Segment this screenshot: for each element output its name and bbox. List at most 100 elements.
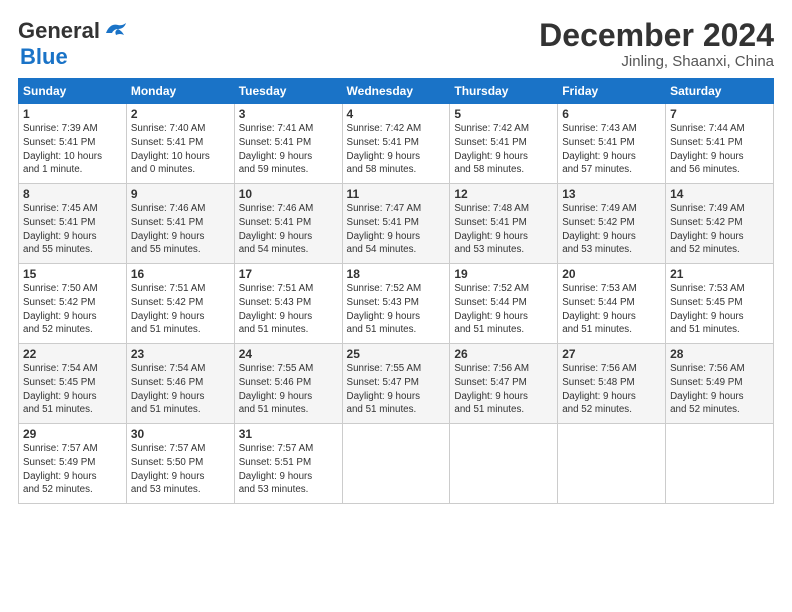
day-info: Sunrise: 7:53 AMSunset: 5:44 PMDaylight:…: [562, 282, 661, 337]
day-info: Sunrise: 7:42 AMSunset: 5:41 PMDaylight:…: [347, 122, 446, 177]
table-row: 17Sunrise: 7:51 AMSunset: 5:43 PMDayligh…: [234, 264, 342, 344]
day-number: 1: [23, 107, 122, 121]
table-row: [450, 424, 558, 504]
table-row: [558, 424, 666, 504]
calendar-week-row: 15Sunrise: 7:50 AMSunset: 5:42 PMDayligh…: [19, 264, 774, 344]
day-number: 27: [562, 347, 661, 361]
table-row: 27Sunrise: 7:56 AMSunset: 5:48 PMDayligh…: [558, 344, 666, 424]
day-info: Sunrise: 7:41 AMSunset: 5:41 PMDaylight:…: [239, 122, 338, 177]
col-friday: Friday: [558, 79, 666, 104]
col-thursday: Thursday: [450, 79, 558, 104]
page: General Blue December 2024 Jinling, Shaa…: [0, 0, 792, 612]
table-row: 14Sunrise: 7:49 AMSunset: 5:42 PMDayligh…: [666, 184, 774, 264]
day-number: 15: [23, 267, 122, 281]
table-row: 4Sunrise: 7:42 AMSunset: 5:41 PMDaylight…: [342, 104, 450, 184]
table-row: 20Sunrise: 7:53 AMSunset: 5:44 PMDayligh…: [558, 264, 666, 344]
table-row: 31Sunrise: 7:57 AMSunset: 5:51 PMDayligh…: [234, 424, 342, 504]
day-number: 9: [131, 187, 230, 201]
day-info: Sunrise: 7:57 AMSunset: 5:49 PMDaylight:…: [23, 442, 122, 497]
day-number: 26: [454, 347, 553, 361]
table-row: [666, 424, 774, 504]
table-row: 30Sunrise: 7:57 AMSunset: 5:50 PMDayligh…: [126, 424, 234, 504]
col-saturday: Saturday: [666, 79, 774, 104]
day-number: 10: [239, 187, 338, 201]
day-info: Sunrise: 7:42 AMSunset: 5:41 PMDaylight:…: [454, 122, 553, 177]
table-row: 5Sunrise: 7:42 AMSunset: 5:41 PMDaylight…: [450, 104, 558, 184]
day-number: 28: [670, 347, 769, 361]
table-row: 22Sunrise: 7:54 AMSunset: 5:45 PMDayligh…: [19, 344, 127, 424]
day-number: 21: [670, 267, 769, 281]
day-info: Sunrise: 7:55 AMSunset: 5:47 PMDaylight:…: [347, 362, 446, 417]
day-number: 6: [562, 107, 661, 121]
day-info: Sunrise: 7:49 AMSunset: 5:42 PMDaylight:…: [562, 202, 661, 257]
calendar-week-row: 1Sunrise: 7:39 AMSunset: 5:41 PMDaylight…: [19, 104, 774, 184]
day-number: 30: [131, 427, 230, 441]
day-info: Sunrise: 7:52 AMSunset: 5:44 PMDaylight:…: [454, 282, 553, 337]
day-number: 19: [454, 267, 553, 281]
table-row: 29Sunrise: 7:57 AMSunset: 5:49 PMDayligh…: [19, 424, 127, 504]
day-number: 7: [670, 107, 769, 121]
logo: General Blue: [18, 18, 130, 70]
table-row: 24Sunrise: 7:55 AMSunset: 5:46 PMDayligh…: [234, 344, 342, 424]
calendar-week-row: 22Sunrise: 7:54 AMSunset: 5:45 PMDayligh…: [19, 344, 774, 424]
day-info: Sunrise: 7:51 AMSunset: 5:42 PMDaylight:…: [131, 282, 230, 337]
table-row: 21Sunrise: 7:53 AMSunset: 5:45 PMDayligh…: [666, 264, 774, 344]
day-info: Sunrise: 7:51 AMSunset: 5:43 PMDaylight:…: [239, 282, 338, 337]
day-info: Sunrise: 7:47 AMSunset: 5:41 PMDaylight:…: [347, 202, 446, 257]
day-info: Sunrise: 7:43 AMSunset: 5:41 PMDaylight:…: [562, 122, 661, 177]
calendar-week-row: 8Sunrise: 7:45 AMSunset: 5:41 PMDaylight…: [19, 184, 774, 264]
calendar-table: Sunday Monday Tuesday Wednesday Thursday…: [18, 78, 774, 504]
day-number: 18: [347, 267, 446, 281]
logo-bird-icon: [102, 19, 130, 39]
table-row: 25Sunrise: 7:55 AMSunset: 5:47 PMDayligh…: [342, 344, 450, 424]
day-number: 31: [239, 427, 338, 441]
day-number: 4: [347, 107, 446, 121]
day-number: 29: [23, 427, 122, 441]
day-info: Sunrise: 7:57 AMSunset: 5:51 PMDaylight:…: [239, 442, 338, 497]
day-info: Sunrise: 7:54 AMSunset: 5:45 PMDaylight:…: [23, 362, 122, 417]
day-info: Sunrise: 7:55 AMSunset: 5:46 PMDaylight:…: [239, 362, 338, 417]
day-info: Sunrise: 7:56 AMSunset: 5:47 PMDaylight:…: [454, 362, 553, 417]
table-row: 16Sunrise: 7:51 AMSunset: 5:42 PMDayligh…: [126, 264, 234, 344]
day-number: 11: [347, 187, 446, 201]
table-row: 18Sunrise: 7:52 AMSunset: 5:43 PMDayligh…: [342, 264, 450, 344]
col-tuesday: Tuesday: [234, 79, 342, 104]
table-row: 9Sunrise: 7:46 AMSunset: 5:41 PMDaylight…: [126, 184, 234, 264]
col-sunday: Sunday: [19, 79, 127, 104]
table-row: 8Sunrise: 7:45 AMSunset: 5:41 PMDaylight…: [19, 184, 127, 264]
day-number: 25: [347, 347, 446, 361]
day-number: 22: [23, 347, 122, 361]
location-label: Jinling, Shaanxi, China: [539, 53, 774, 70]
day-number: 2: [131, 107, 230, 121]
day-info: Sunrise: 7:50 AMSunset: 5:42 PMDaylight:…: [23, 282, 122, 337]
table-row: 1Sunrise: 7:39 AMSunset: 5:41 PMDaylight…: [19, 104, 127, 184]
month-year-title: December 2024: [539, 18, 774, 53]
table-row: 3Sunrise: 7:41 AMSunset: 5:41 PMDaylight…: [234, 104, 342, 184]
table-row: 13Sunrise: 7:49 AMSunset: 5:42 PMDayligh…: [558, 184, 666, 264]
table-row: 26Sunrise: 7:56 AMSunset: 5:47 PMDayligh…: [450, 344, 558, 424]
day-info: Sunrise: 7:39 AMSunset: 5:41 PMDaylight:…: [23, 122, 122, 177]
table-row: 28Sunrise: 7:56 AMSunset: 5:49 PMDayligh…: [666, 344, 774, 424]
table-row: 15Sunrise: 7:50 AMSunset: 5:42 PMDayligh…: [19, 264, 127, 344]
day-info: Sunrise: 7:48 AMSunset: 5:41 PMDaylight:…: [454, 202, 553, 257]
day-info: Sunrise: 7:46 AMSunset: 5:41 PMDaylight:…: [239, 202, 338, 257]
calendar-week-row: 29Sunrise: 7:57 AMSunset: 5:49 PMDayligh…: [19, 424, 774, 504]
calendar-header-row: Sunday Monday Tuesday Wednesday Thursday…: [19, 79, 774, 104]
table-row: 19Sunrise: 7:52 AMSunset: 5:44 PMDayligh…: [450, 264, 558, 344]
day-info: Sunrise: 7:57 AMSunset: 5:50 PMDaylight:…: [131, 442, 230, 497]
table-row: 11Sunrise: 7:47 AMSunset: 5:41 PMDayligh…: [342, 184, 450, 264]
day-number: 14: [670, 187, 769, 201]
day-info: Sunrise: 7:46 AMSunset: 5:41 PMDaylight:…: [131, 202, 230, 257]
day-number: 5: [454, 107, 553, 121]
day-number: 16: [131, 267, 230, 281]
day-info: Sunrise: 7:56 AMSunset: 5:49 PMDaylight:…: [670, 362, 769, 417]
day-number: 17: [239, 267, 338, 281]
table-row: 2Sunrise: 7:40 AMSunset: 5:41 PMDaylight…: [126, 104, 234, 184]
day-info: Sunrise: 7:40 AMSunset: 5:41 PMDaylight:…: [131, 122, 230, 177]
table-row: 7Sunrise: 7:44 AMSunset: 5:41 PMDaylight…: [666, 104, 774, 184]
day-number: 20: [562, 267, 661, 281]
table-row: 6Sunrise: 7:43 AMSunset: 5:41 PMDaylight…: [558, 104, 666, 184]
col-wednesday: Wednesday: [342, 79, 450, 104]
day-number: 13: [562, 187, 661, 201]
header: General Blue December 2024 Jinling, Shaa…: [18, 18, 774, 70]
